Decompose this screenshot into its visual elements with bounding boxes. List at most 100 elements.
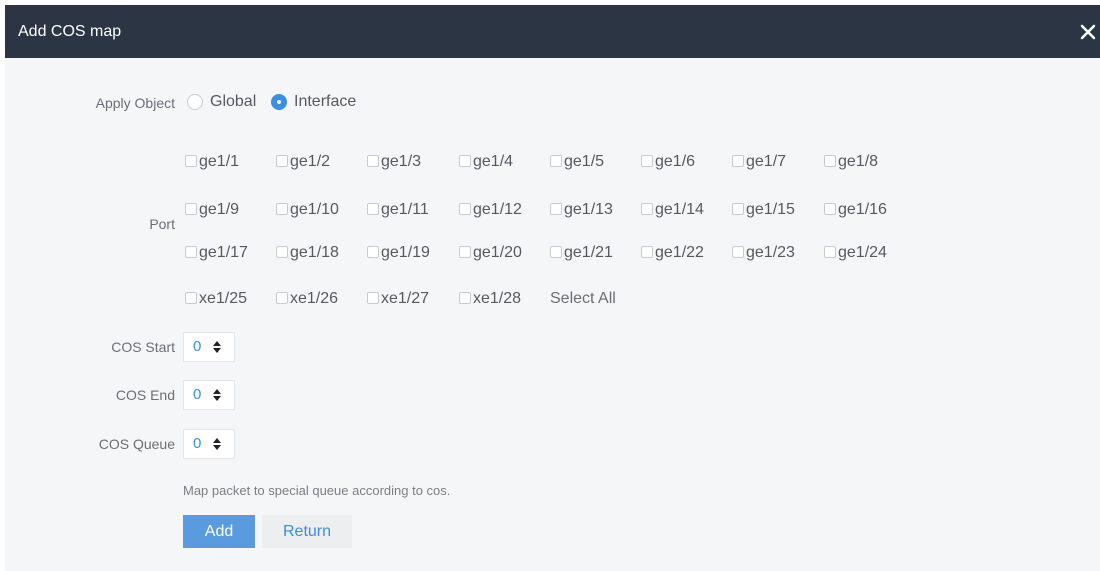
port-checkbox[interactable] [550,203,562,215]
port-checkbox[interactable] [641,203,653,215]
dialog-title: Add COS map [18,23,122,40]
return-button[interactable]: Return [262,515,352,548]
port-checkbox[interactable] [641,155,653,167]
port-checkbox[interactable] [824,203,836,215]
cos-start-value: 0 [193,338,202,355]
port-checkbox[interactable] [367,155,379,167]
port-checkbox-label: ge1/3 [381,153,422,170]
port-checkbox[interactable] [824,246,836,258]
port-checkbox-item[interactable]: ge1/5 [550,152,604,172]
port-checkbox[interactable] [185,246,197,258]
cos-hint-text: Map packet to special queue according to… [183,483,451,498]
add-button[interactable]: Add [183,515,255,548]
cos-end-stepper[interactable]: 0 [183,380,235,410]
port-checkbox-label: ge1/1 [199,153,240,170]
port-checkbox[interactable] [276,203,288,215]
port-checkbox[interactable] [459,292,471,304]
port-checkbox[interactable] [732,246,744,258]
port-checkbox-label: ge1/9 [199,201,240,218]
port-checkbox-item[interactable]: xe1/28 [459,289,521,309]
up-down-icon [213,438,221,450]
port-checkbox-item[interactable]: ge1/14 [641,200,704,220]
port-checkbox-label: ge1/12 [473,201,522,218]
port-checkbox[interactable] [732,155,744,167]
port-checkbox[interactable] [276,292,288,304]
cos-start-label: COS Start [111,339,175,355]
port-checkbox-label: ge1/7 [746,153,787,170]
port-checkbox-item[interactable]: ge1/3 [367,152,421,172]
port-checkbox[interactable] [276,246,288,258]
port-checkbox-label: ge1/23 [746,244,795,261]
dialog-title-bar: Add COS map [5,5,1100,58]
port-checkbox[interactable] [367,246,379,258]
port-checkbox[interactable] [276,155,288,167]
port-checkbox-item[interactable]: ge1/10 [276,200,339,220]
port-checkbox-label: ge1/22 [655,244,704,261]
port-checkbox-label: ge1/17 [199,244,248,261]
port-checkbox[interactable] [550,155,562,167]
cos-end-label: COS End [115,387,175,403]
port-checkbox-item[interactable]: ge1/15 [732,200,795,220]
port-checkbox-item[interactable]: ge1/16 [824,200,887,220]
port-checkbox-label: ge1/18 [290,244,339,261]
port-checkbox[interactable] [550,246,562,258]
port-checkbox-label: ge1/8 [838,153,879,170]
port-checkbox-label: ge1/15 [746,201,795,218]
port-checkbox-item[interactable]: ge1/11 [367,200,429,220]
apply-object-label: Apply Object [95,95,175,111]
radio-interface-label: Interface [294,93,357,110]
port-checkbox-item[interactable]: xe1/25 [185,289,247,309]
cos-start-stepper[interactable]: 0 [183,332,235,362]
radio-interface[interactable] [271,94,287,110]
port-checkbox-label: xe1/26 [290,290,339,307]
port-checkbox[interactable] [185,203,197,215]
port-checkbox[interactable] [367,292,379,304]
port-checkbox-item[interactable]: xe1/27 [367,289,429,309]
port-checkbox-item[interactable]: ge1/20 [459,243,522,263]
port-checkbox-item[interactable]: ge1/6 [641,152,695,172]
cos-queue-stepper[interactable]: 0 [183,429,235,459]
radio-global[interactable] [187,94,203,110]
port-checkbox[interactable] [824,155,836,167]
port-checkbox[interactable] [641,246,653,258]
port-checkbox-label: ge1/6 [655,153,696,170]
port-checkbox-label: ge1/16 [838,201,887,218]
port-checkbox-item[interactable]: ge1/4 [459,152,513,172]
port-checkbox-item[interactable]: ge1/22 [641,243,704,263]
port-checkbox-label: ge1/11 [381,201,429,218]
port-checkbox-item[interactable]: ge1/9 [185,200,239,220]
port-checkbox-item[interactable]: ge1/18 [276,243,339,263]
port-checkbox-item[interactable]: ge1/8 [824,152,878,172]
port-checkbox-label: ge1/5 [564,153,605,170]
add-cos-map-dialog: Add COS map Apply Object Global Interfac… [0,0,1100,571]
port-checkbox-item[interactable]: ge1/1 [185,152,239,172]
port-checkbox[interactable] [367,203,379,215]
port-checkbox-item[interactable]: xe1/26 [276,289,338,309]
up-down-icon [213,389,221,401]
port-checkbox-item[interactable]: ge1/13 [550,200,613,220]
port-checkbox-item[interactable]: ge1/12 [459,200,522,220]
port-checkbox-label: ge1/13 [564,201,613,218]
port-checkbox-label: ge1/21 [564,244,613,261]
port-checkbox-label: ge1/14 [655,201,704,218]
port-checkbox[interactable] [459,155,471,167]
port-checkbox-item[interactable]: ge1/19 [367,243,430,263]
up-down-icon [213,341,221,353]
port-checkbox-item[interactable]: ge1/23 [732,243,795,263]
port-checkbox-item[interactable]: ge1/2 [276,152,330,172]
port-checkbox[interactable] [732,203,744,215]
port-checkbox-label: ge1/2 [290,153,331,170]
port-checkbox[interactable] [459,203,471,215]
radio-global-label: Global [210,93,257,110]
port-checkbox-item[interactable]: ge1/24 [824,243,887,263]
port-checkbox-item[interactable]: ge1/7 [732,152,786,172]
port-checkbox[interactable] [185,292,197,304]
select-all-link[interactable]: Select All [550,289,616,309]
port-checkbox[interactable] [185,155,197,167]
port-checkbox-label: xe1/25 [199,290,248,307]
port-checkbox-label: ge1/20 [473,244,522,261]
port-checkbox-item[interactable]: ge1/17 [185,243,248,263]
port-checkbox[interactable] [459,246,471,258]
port-checkbox-item[interactable]: ge1/21 [550,243,613,263]
close-icon[interactable] [1075,19,1100,45]
